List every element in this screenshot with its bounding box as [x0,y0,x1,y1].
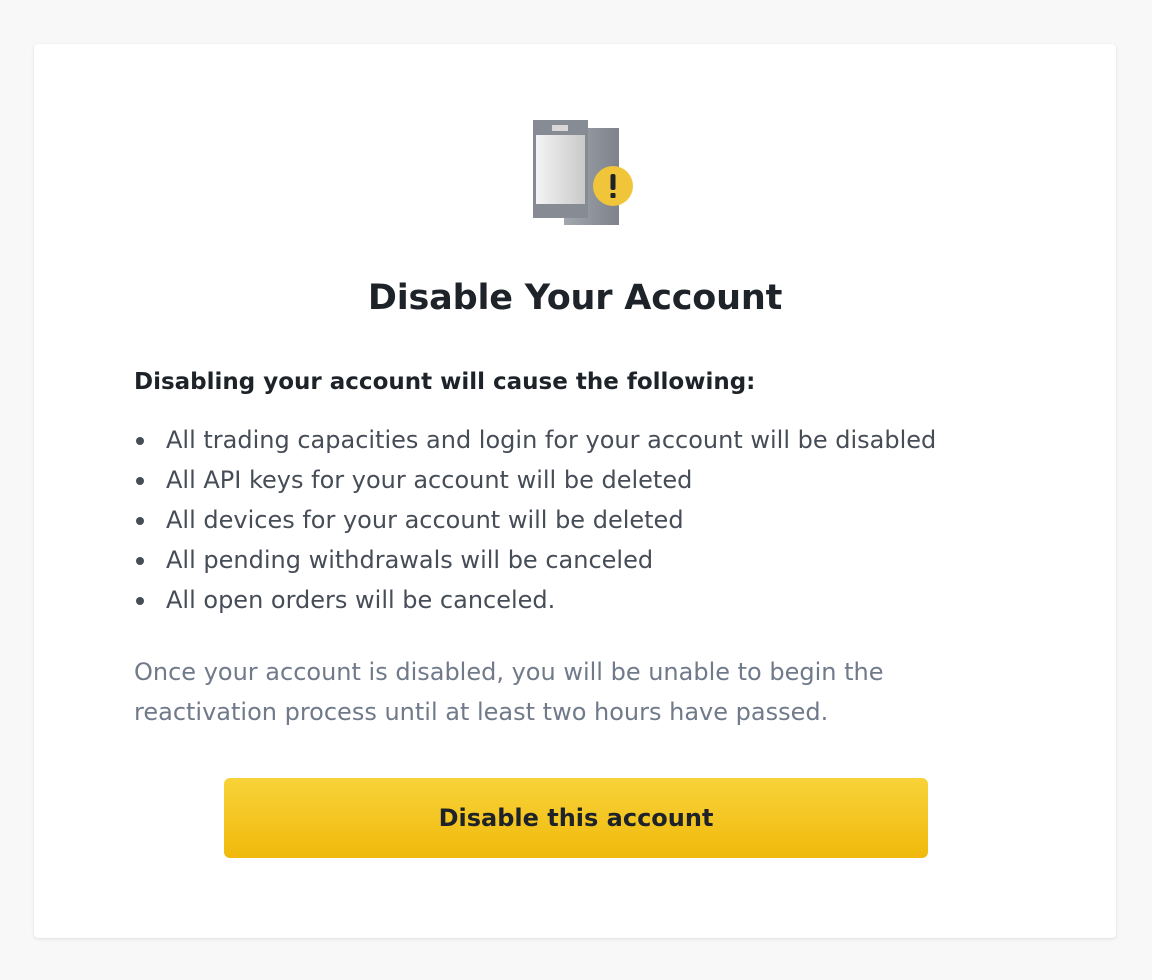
phone-warning-icon [532,118,636,228]
list-item: All trading capacities and login for you… [134,420,1014,460]
list-item: All devices for your account will be del… [134,500,1014,540]
list-item: All API keys for your account will be de… [134,460,1014,500]
list-item-text: All open orders will be canceled. [166,586,556,614]
disable-account-card: Disable Your Account Disabling your acco… [34,44,1116,938]
dialog-content: Disabling your account will cause the fo… [134,364,1014,732]
bullet-icon [136,557,144,565]
bullet-icon [136,597,144,605]
list-item-text: All trading capacities and login for you… [166,426,937,454]
bullet-icon [136,517,144,525]
list-item: All open orders will be canceled. [134,580,1014,620]
consequences-list: All trading capacities and login for you… [134,420,1014,620]
bullet-icon [136,437,144,445]
reactivation-note: Once your account is disabled, you will … [134,658,884,726]
list-item: All pending withdrawals will be canceled [134,540,1014,580]
bullet-icon [136,477,144,485]
list-item-text: All pending withdrawals will be canceled [166,546,654,574]
list-item-text: All API keys for your account will be de… [166,466,693,494]
consequences-intro: Disabling your account will cause the fo… [134,369,756,395]
dialog-title: Disable Your Account [367,278,783,318]
list-item-text: All devices for your account will be del… [166,506,684,534]
disable-account-button[interactable]: Disable this account [224,778,928,858]
